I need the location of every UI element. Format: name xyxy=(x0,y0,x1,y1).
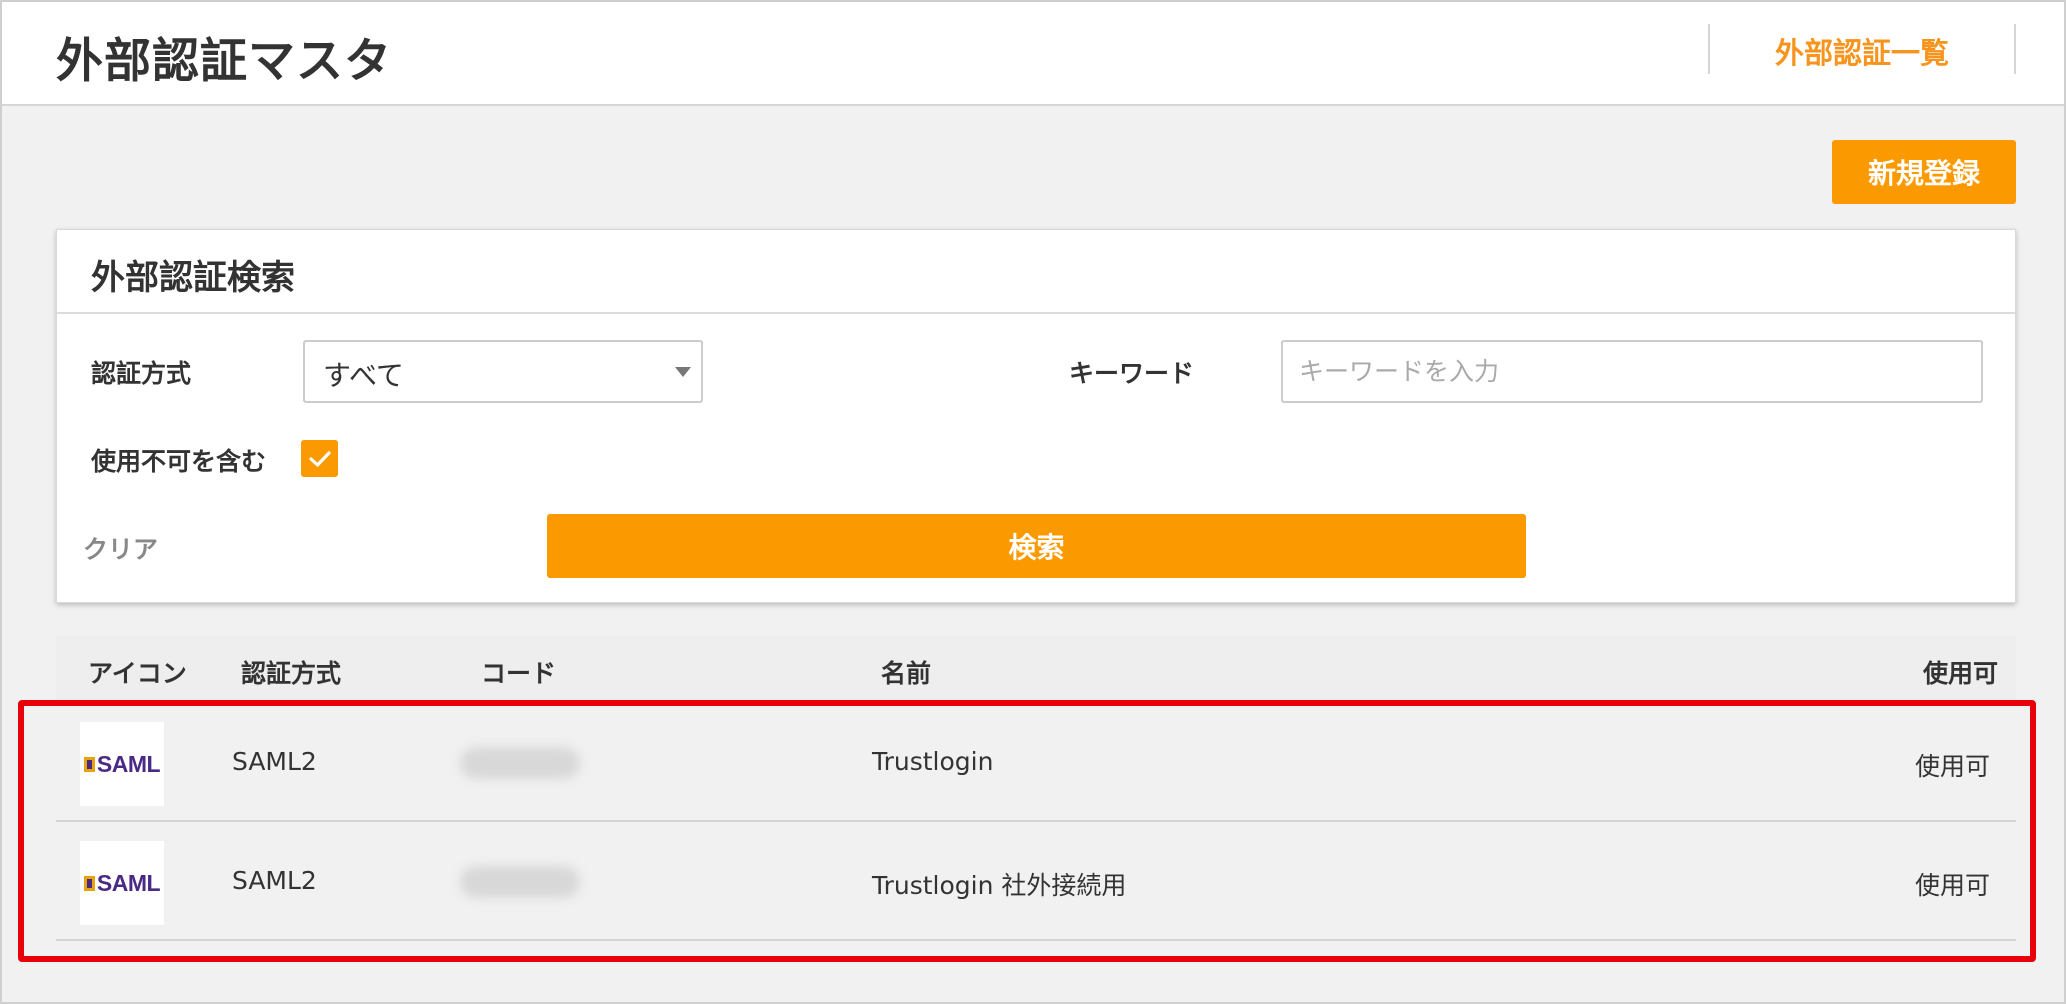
table-header: アイコン 認証方式 コード 名前 使用可 xyxy=(56,636,2016,704)
row-usable-status: 使用可 xyxy=(1914,752,1990,781)
keyword-input[interactable] xyxy=(1281,340,1983,403)
table-row[interactable]: SAML SAML2 Trustlogin 使用可 xyxy=(56,705,2016,822)
row-code-redacted xyxy=(460,747,580,779)
keyword-label: キーワード xyxy=(1069,359,1195,388)
saml-mark-icon xyxy=(83,756,95,772)
row-usable-status: 使用可 xyxy=(1914,871,1990,900)
auth-method-select[interactable]: すべて xyxy=(303,340,703,403)
auth-list-link[interactable]: 外部認証一覧 xyxy=(1710,30,2014,72)
auth-method-label: 認証方式 xyxy=(91,359,192,388)
column-header-code: コード xyxy=(481,659,557,688)
header-divider xyxy=(2014,24,2016,74)
saml-logo: SAML xyxy=(83,750,161,778)
saml-mark-icon xyxy=(83,875,95,891)
row-auth-method: SAML2 xyxy=(232,747,317,776)
dropdown-arrow-icon xyxy=(675,367,691,377)
checkmark-icon xyxy=(308,450,331,467)
search-panel-header: 外部認証検索 xyxy=(57,230,2015,314)
row-name: Trustlogin 社外接続用 xyxy=(872,871,1127,900)
include-disabled-label: 使用不可を含む xyxy=(91,447,267,476)
row-auth-method: SAML2 xyxy=(232,866,317,895)
column-header-auth-method: 認証方式 xyxy=(241,659,342,688)
search-panel: 外部認証検索 認証方式 すべて キーワード 使用不可を含む クリア 検索 xyxy=(56,229,2016,603)
page-title: 外部認証マスタ xyxy=(56,34,392,89)
saml-logo-icon: SAML xyxy=(80,841,164,925)
column-header-icon: アイコン xyxy=(88,659,187,688)
new-registration-button[interactable]: 新規登録 xyxy=(1832,140,2016,204)
column-header-name: 名前 xyxy=(881,659,932,688)
column-header-usable: 使用可 xyxy=(1922,659,1998,688)
saml-logo-icon: SAML xyxy=(80,722,164,806)
page-header: 外部認証マスタ 外部認証一覧 xyxy=(2,2,2064,106)
clear-button[interactable]: クリア xyxy=(83,530,158,566)
auth-method-selected-value: すべて xyxy=(323,359,404,392)
search-button[interactable]: 検索 xyxy=(547,514,1526,578)
row-code-redacted xyxy=(460,866,580,898)
table-row[interactable]: SAML SAML2 Trustlogin 社外接続用 使用可 xyxy=(56,824,2016,941)
search-panel-title: 外部認証検索 xyxy=(91,258,295,298)
saml-logo-text: SAML xyxy=(96,750,161,777)
row-name: Trustlogin xyxy=(872,747,994,776)
app-window: 外部認証マスタ 外部認証一覧 新規登録 外部認証検索 認証方式 すべて キーワー… xyxy=(0,0,2066,1004)
saml-logo: SAML xyxy=(83,869,161,897)
include-disabled-checkbox[interactable] xyxy=(301,440,338,477)
saml-logo-text: SAML xyxy=(96,869,161,896)
